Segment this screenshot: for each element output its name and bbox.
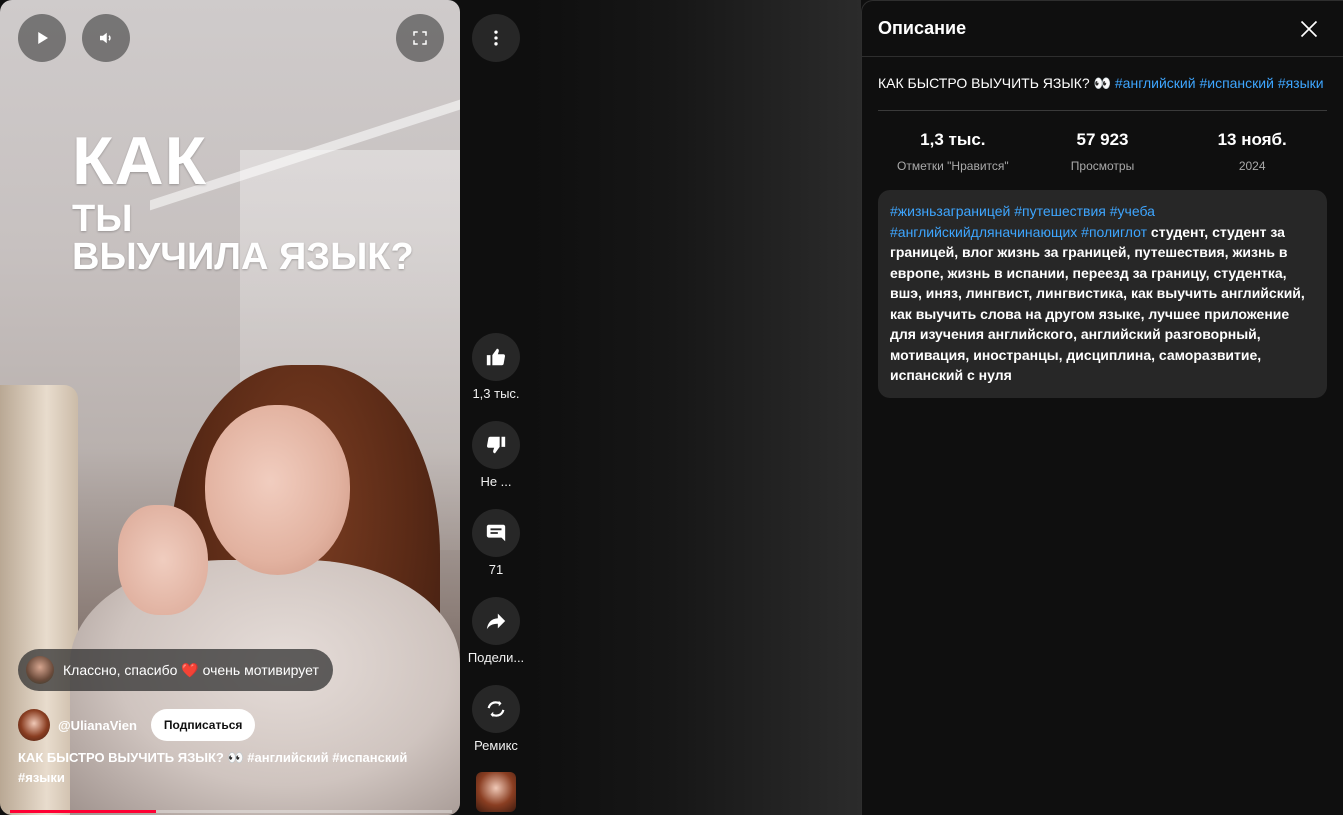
channel-row: @UlianaVien Подписаться <box>18 709 256 741</box>
comments-button[interactable] <box>472 509 520 557</box>
video-frame-hand <box>118 505 208 615</box>
video-player[interactable]: КАК ТЫ ВЫУЧИЛА ЯЗЫК? Классно, спасибо ❤️… <box>0 0 460 815</box>
description-box: #жизньзаграницей #путешествия #учеба #ан… <box>878 190 1327 398</box>
description-text: студент, студент за границей, влог жизнь… <box>890 223 1305 384</box>
video-frame-face <box>205 405 350 575</box>
description-panel: Описание КАК БЫСТРО ВЫУЧИТЬ ЯЗЫК? 👀 #анг… <box>861 0 1343 815</box>
share-icon <box>486 613 506 630</box>
more-options-button[interactable] <box>472 14 520 62</box>
action-column: 1,3 тыс. Не ... 71 Подели... Ремикс <box>460 0 532 815</box>
description-hashtags[interactable]: #жизньзаграницей #путешествия #учеба #ан… <box>890 203 1155 240</box>
description-video-title: КАК БЫСТРО ВЫУЧИТЬ ЯЗЫК? 👀 #английский #… <box>878 73 1327 111</box>
fullscreen-button[interactable] <box>396 14 444 62</box>
close-button[interactable] <box>1291 11 1327 47</box>
play-icon <box>38 32 48 44</box>
close-icon <box>1300 20 1318 37</box>
comments-count: 71 <box>488 562 504 577</box>
stat-views: 57 923 Просмотры <box>1028 130 1178 173</box>
panel-header: Описание <box>862 1 1343 57</box>
progress-fill <box>10 810 156 813</box>
comment-icon <box>486 524 506 542</box>
description-video-hashtags[interactable]: #английский #испанский #языки <box>1115 75 1324 91</box>
stat-likes-value: 1,3 тыс. <box>920 130 986 149</box>
remix-button[interactable] <box>472 685 520 733</box>
subscribe-button[interactable]: Подписаться <box>150 709 256 741</box>
description-video-title-text: КАК БЫСТРО ВЫУЧИТЬ ЯЗЫК? 👀 <box>878 75 1111 91</box>
more-vert-icon <box>494 30 498 46</box>
comment-teaser[interactable]: Классно, спасибо ❤️ очень мотивирует <box>18 649 333 691</box>
remix-icon <box>487 700 505 718</box>
stat-views-label: Просмотры <box>1070 159 1135 173</box>
progress-bar[interactable] <box>10 810 452 813</box>
video-overlay-line-3: ВЫУЧИЛА ЯЗЫК? <box>72 236 414 278</box>
panel-title: Описание <box>878 18 967 38</box>
video-overlay-line-1: КАК <box>72 123 208 199</box>
thumb-up-icon <box>486 348 506 366</box>
audio-pivot-thumbnail[interactable] <box>476 772 516 812</box>
stat-date: 13 нояб. 2024 <box>1177 130 1327 173</box>
dislike-button[interactable] <box>472 421 520 469</box>
stat-date-year: 2024 <box>1238 159 1266 173</box>
comment-teaser-text: Классно, спасибо ❤️ очень мотивирует <box>63 661 319 678</box>
stat-views-value: 57 923 <box>1076 130 1129 149</box>
channel-avatar[interactable] <box>18 709 50 741</box>
volume-icon <box>100 32 111 44</box>
fullscreen-icon <box>413 31 427 45</box>
dislike-label: Не ... <box>480 474 512 489</box>
share-button[interactable] <box>472 597 520 645</box>
remix-label: Ремикс <box>474 738 518 753</box>
stat-date-value: 13 нояб. <box>1217 130 1287 149</box>
stat-likes: 1,3 тыс. Отметки "Нравится" <box>878 130 1028 173</box>
like-count: 1,3 тыс. <box>472 386 520 401</box>
video-title[interactable]: КАК БЫСТРО ВЫУЧИТЬ ЯЗЫК? 👀 #английский #… <box>18 748 438 788</box>
stats-row: 1,3 тыс. Отметки "Нравится" 57 923 Просм… <box>878 130 1327 173</box>
volume-button[interactable] <box>82 14 130 62</box>
share-label: Подели... <box>467 650 525 665</box>
thumb-down-icon <box>486 436 506 454</box>
comment-avatar <box>26 656 54 684</box>
video-title-text: КАК БЫСТРО ВЫУЧИТЬ ЯЗЫК? 👀 <box>18 750 244 765</box>
stat-likes-label: Отметки "Нравится" <box>897 159 1009 173</box>
like-button[interactable] <box>472 333 520 381</box>
background-gradient <box>532 0 861 815</box>
video-overlay-line-2: ТЫ <box>72 198 133 240</box>
play-button[interactable] <box>18 14 66 62</box>
channel-handle[interactable]: @UlianaVien <box>58 718 137 733</box>
